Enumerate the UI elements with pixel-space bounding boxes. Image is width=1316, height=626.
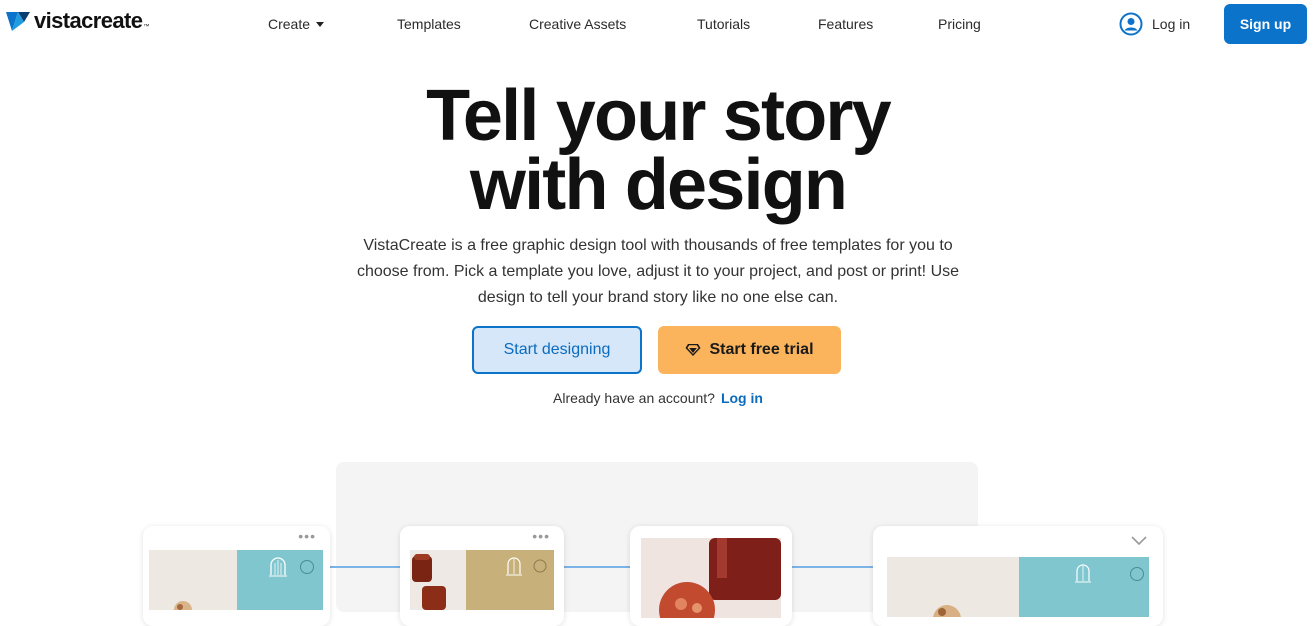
chevron-down-icon[interactable] <box>1131 536 1147 546</box>
nav-pricing[interactable]: Pricing <box>938 16 981 32</box>
account-login-link[interactable]: Log in <box>721 390 763 406</box>
nav-templates[interactable]: Templates <box>397 16 461 32</box>
logo-text: vistacreate <box>34 8 143 33</box>
tan-panel <box>466 550 554 610</box>
start-free-trial-label: Start free trial <box>709 341 814 358</box>
template-thumbnail <box>149 550 323 610</box>
bakery-logo-icon <box>269 557 314 577</box>
start-free-trial-button[interactable]: Start free trial <box>658 326 841 374</box>
hero-subtitle-line-2: choose from. Pick a template you love, a… <box>356 263 960 280</box>
hero-subtitle-line-1: VistaCreate is a free graphic design too… <box>363 237 953 254</box>
signup-button[interactable]: Sign up <box>1224 4 1307 44</box>
dessert-photo <box>641 538 781 618</box>
caret-down-icon <box>316 22 325 27</box>
nav-create[interactable]: Create <box>268 16 325 32</box>
template-card[interactable]: ••• <box>400 526 564 626</box>
template-thumbnail <box>641 538 781 618</box>
start-designing-button[interactable]: Start designing <box>472 326 642 374</box>
nav-tutorials[interactable]: Tutorials <box>697 16 750 32</box>
bakery-logo-icon <box>1075 564 1144 583</box>
template-thumbnail <box>887 557 1149 617</box>
user-account-icon <box>1119 12 1143 36</box>
template-card[interactable]: ••• <box>143 526 330 626</box>
logo-icon <box>6 12 30 31</box>
template-thumbnail <box>410 550 554 610</box>
photo-area <box>149 550 237 610</box>
logo-trademark: ™ <box>143 24 150 30</box>
hero-title: Tell your story with design <box>0 76 1316 225</box>
account-prompt: Already have an account? Log in <box>0 390 1316 406</box>
hero-subtitle-line-3: design to tell your brand story like no … <box>477 289 839 306</box>
hero-title-line-1: Tell your story <box>426 76 892 156</box>
template-card[interactable] <box>873 526 1163 626</box>
connector-line <box>330 566 400 568</box>
top-navigation: vistacreate ™ Create Templates Creative … <box>0 0 1316 48</box>
nav-creative-assets[interactable]: Creative Assets <box>529 16 626 32</box>
nav-features[interactable]: Features <box>818 16 873 32</box>
vistacreate-logo[interactable]: vistacreate ™ <box>6 10 149 32</box>
nav-create-label: Create <box>268 16 311 32</box>
bakery-logo-icon <box>506 557 547 576</box>
connector-line <box>564 566 630 568</box>
teal-panel <box>237 550 323 610</box>
account-prompt-text: Already have an account? <box>553 390 715 406</box>
template-card[interactable] <box>630 526 792 626</box>
hero-subtitle: VistaCreate is a free graphic design too… <box>318 233 998 311</box>
canele-image <box>412 554 446 610</box>
login-label: Log in <box>1152 16 1191 32</box>
photo-area <box>410 550 466 610</box>
diamond-icon <box>685 344 701 356</box>
pastry-image <box>174 601 192 610</box>
teal-panel <box>1019 557 1149 617</box>
nav-login[interactable]: Log in <box>1119 12 1190 36</box>
pastry-image <box>933 605 961 617</box>
photo-area <box>887 557 1019 617</box>
more-options-icon[interactable]: ••• <box>298 529 316 543</box>
connector-line <box>792 566 874 568</box>
more-options-icon[interactable]: ••• <box>532 529 550 543</box>
hero-title-line-2: with design <box>469 145 848 225</box>
